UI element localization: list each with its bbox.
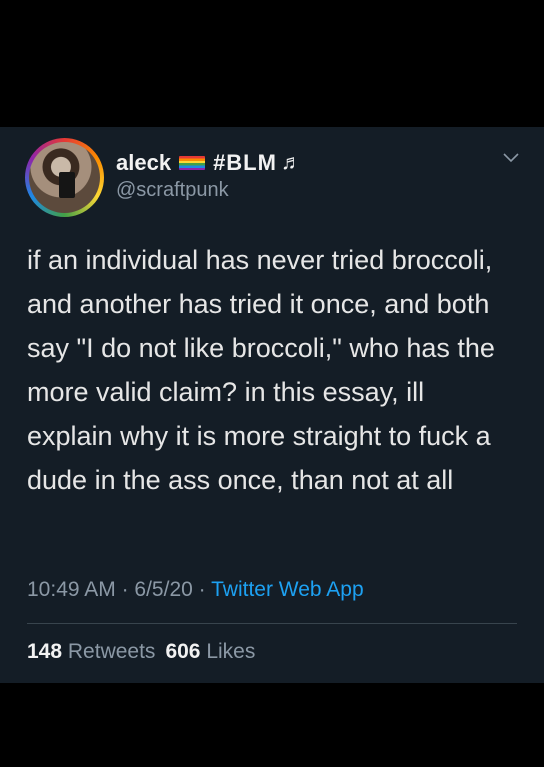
avatar-photo (29, 142, 100, 213)
retweets-stat[interactable]: 148 Retweets (27, 640, 155, 663)
meta-separator: · (121, 578, 129, 601)
retweets-count: 148 (27, 640, 63, 663)
meta-separator: · (198, 578, 206, 601)
user-name-row[interactable]: aleck #BLM ♬ (116, 150, 302, 176)
music-note-icon: ♬ (280, 151, 302, 174)
divider (27, 623, 517, 624)
likes-stat[interactable]: 606 Likes (165, 640, 255, 663)
retweets-label: Retweets (67, 640, 156, 663)
display-name[interactable]: aleck (116, 150, 171, 176)
tweet-date[interactable]: 6/5/20 (134, 578, 192, 601)
likes-label: Likes (206, 640, 256, 663)
tweet-meta: 10:49 AM · 6/5/20 · Twitter Web App (27, 578, 364, 602)
tweet-text: if an individual has never tried broccol… (27, 245, 495, 495)
chevron-down-icon[interactable] (500, 147, 522, 169)
user-handle[interactable]: @scraftpunk (116, 179, 229, 202)
tweet-time[interactable]: 10:49 AM (27, 578, 116, 601)
tweet-source-link[interactable]: Twitter Web App (211, 578, 364, 601)
avatar[interactable] (25, 138, 104, 217)
engagement-stats: 148 Retweets 606 Likes (27, 640, 255, 664)
phone-in-photo (59, 172, 75, 198)
rainbow-flag-icon (179, 156, 206, 170)
likes-count: 606 (165, 640, 201, 663)
blm-tag: #BLM (213, 150, 277, 175)
